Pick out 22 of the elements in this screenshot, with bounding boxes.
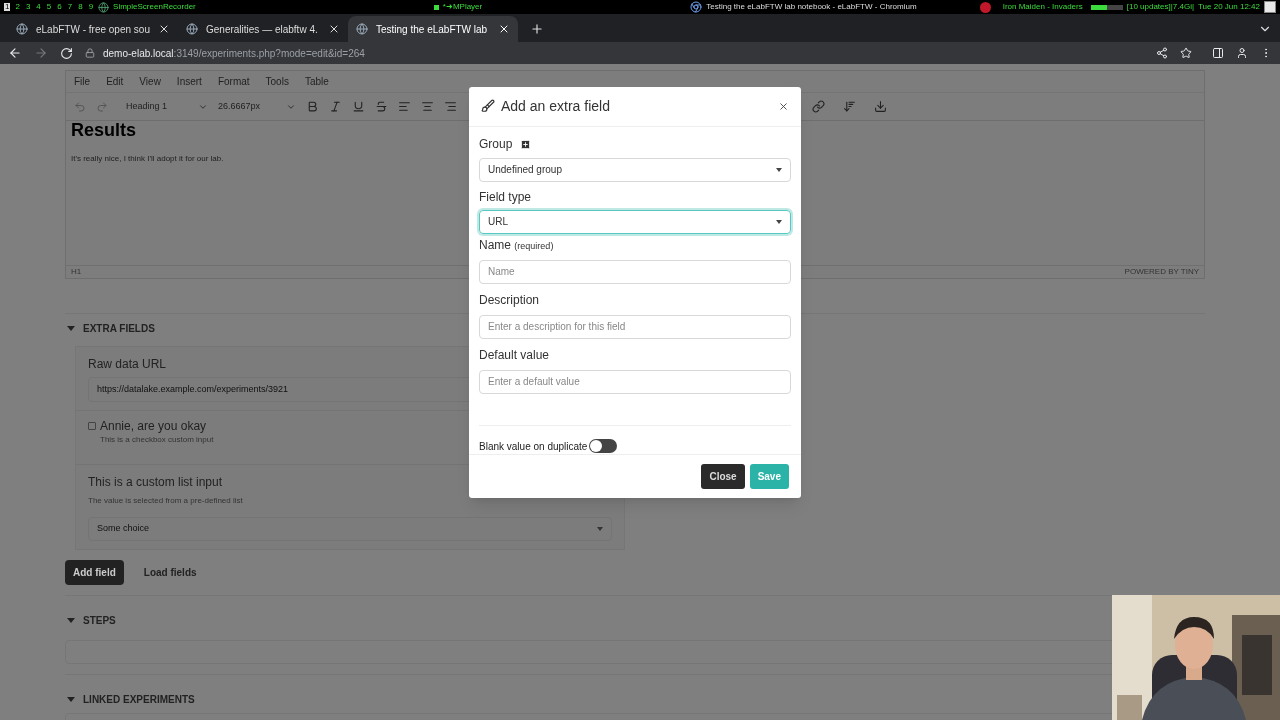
clock: Tue 20 Jun 12:42 — [1198, 3, 1260, 11]
element-path: H1 — [71, 266, 82, 278]
track-label: Iron Maiden - Invaders — [1002, 3, 1083, 11]
field-label: Annie, are you okay — [100, 419, 208, 434]
field-label: Description — [479, 293, 540, 306]
heading: Results — [71, 121, 138, 139]
section-title: STEPS — [83, 614, 116, 628]
window-title: Testing the eLabFTW lab notebook - eLabFTW - Chromium — [706, 3, 917, 11]
field-label: Group — [479, 137, 513, 150]
status-label: [10 updates]|7.4Gi| — [1126, 3, 1194, 11]
field-label: Default value — [479, 348, 550, 361]
field-label: Field type — [479, 190, 532, 203]
toggle-label: Blank value on duplicate — [479, 439, 588, 454]
app-label: *➜MPlayer — [442, 3, 483, 11]
field-label: Raw data URL — [88, 356, 167, 373]
app-label: SimpleScreenRecorder — [113, 3, 196, 11]
dialog-title: Add an extra field — [501, 96, 610, 116]
branding-label: POWERED BY TINY — [1124, 266, 1199, 278]
section-title: EXTRA FIELDS — [83, 322, 155, 336]
section-title: LINKED EXPERIMENTS — [83, 693, 195, 707]
field-label: Name (required) — [479, 238, 554, 251]
field-label: This is a custom list input — [88, 474, 223, 491]
